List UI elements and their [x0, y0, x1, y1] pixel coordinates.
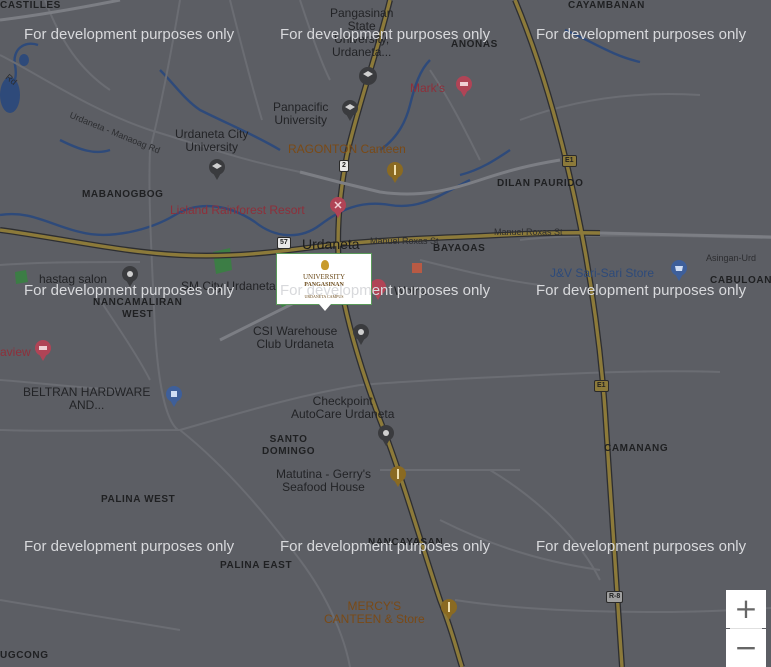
- university-pin-icon: [359, 67, 377, 85]
- place-view[interactable]: aview: [0, 346, 31, 359]
- area-nancamaliran-west: NANCAMALIRAN WEST: [93, 297, 183, 320]
- watermark: For development purposes only: [24, 538, 235, 555]
- watermark: For development purposes only: [24, 282, 235, 299]
- university-logo-icon: [321, 260, 329, 270]
- place-marks[interactable]: Mark's: [410, 82, 445, 95]
- place-panpacific[interactable]: Panpacific University: [273, 101, 328, 127]
- shield-2: 2: [339, 160, 349, 172]
- area-cayambanan: CAYAMBANAN: [568, 0, 645, 11]
- map-canvas[interactable]: CASTILLES CAYAMBANAN ANONAS MABANOGBOG D…: [0, 0, 771, 667]
- marker-line-1: UNIVERSITY: [303, 273, 345, 281]
- area-ugcong: UGCONG: [0, 650, 49, 661]
- watermark: For development purposes only: [24, 26, 235, 43]
- watermark: For development purposes only: [280, 26, 491, 43]
- place-csi[interactable]: CSI Warehouse Club Urdaneta: [253, 325, 337, 351]
- area-dilan-paurido: DILAN PAURIDO: [497, 178, 584, 189]
- watermark: For development purposes only: [280, 538, 491, 555]
- place-matutina[interactable]: Matutina - Gerry's Seafood House: [276, 468, 371, 494]
- watermark: For development purposes only: [536, 538, 747, 555]
- plus-icon: +: [734, 592, 758, 625]
- place-beltran[interactable]: BELTRAN HARDWARE AND...: [23, 386, 150, 412]
- road-manuel-roxas: Manuel Roxas St: [370, 236, 439, 246]
- place-urdaneta-city-university[interactable]: Urdaneta City University: [175, 128, 248, 154]
- city-label: Urdaneta: [302, 236, 360, 252]
- area-camanang: CAMANANG: [604, 443, 669, 454]
- area-palina-east: PALINA EAST: [220, 560, 293, 571]
- watermark: For development purposes only: [536, 282, 747, 299]
- place-jv-sari[interactable]: J&V Sari-Sari Store: [550, 267, 654, 280]
- orange-poi-icon: [412, 263, 422, 273]
- place-checkpoint[interactable]: Checkpoint AutoCare Urdaneta: [291, 395, 394, 421]
- area-santo-domingo: SANTO DOMINGO: [262, 434, 316, 457]
- place-mercys[interactable]: MERCY'S CANTEEN & Store: [324, 600, 425, 626]
- area-castilles: CASTILLES: [0, 0, 61, 11]
- zoom-in-button[interactable]: +: [726, 590, 766, 628]
- area-mabanogbog: MABANOGBOG: [82, 189, 164, 200]
- area-bayaoas: BAYAOAS: [433, 243, 486, 254]
- place-ragonton[interactable]: RAGONTON Canteen: [288, 143, 406, 156]
- road-manuel-roxas-2: Manuel Roxas St: [494, 227, 563, 237]
- road-asingan: Asingan-Urd: [706, 253, 757, 263]
- place-lisland[interactable]: Lisland Rainforest Resort: [170, 204, 305, 217]
- zoom-out-button[interactable]: −: [726, 629, 766, 667]
- shield-r8: R-8: [606, 591, 624, 603]
- area-palina-west: PALINA WEST: [101, 494, 176, 505]
- shield-57: 57: [277, 237, 291, 249]
- shield-e1-south: E1: [594, 380, 609, 392]
- watermark: For development purposes only: [536, 26, 747, 43]
- watermark: For development purposes only: [280, 282, 491, 299]
- minus-icon: −: [734, 631, 758, 664]
- shield-e1-north: E1: [562, 155, 577, 167]
- map-base-layer: [0, 0, 771, 667]
